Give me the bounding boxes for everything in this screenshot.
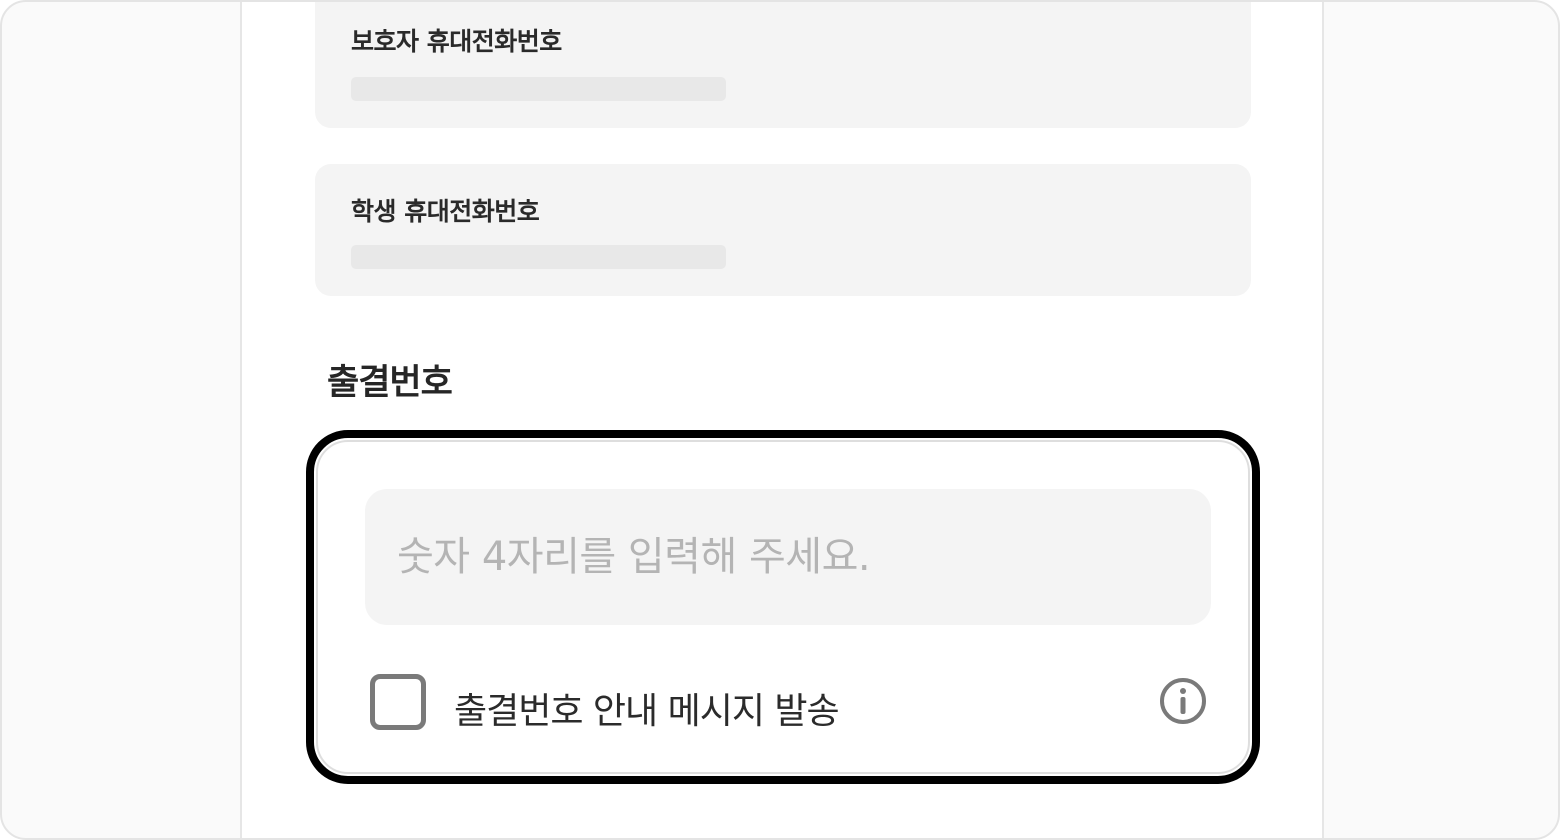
send-notice-checkbox[interactable] [370, 674, 426, 730]
student-phone-value-skeleton [351, 245, 726, 269]
student-form-panel: 보호자 휴대전화번호 학생 휴대전화번호 출결번호 출결번호 안내 메시지 발송 [240, 2, 1324, 838]
attendance-number-input[interactable] [365, 489, 1211, 625]
guardian-phone-label: 보호자 휴대전화번호 [351, 27, 562, 56]
guardian-phone-field[interactable]: 보호자 휴대전화번호 [315, 2, 1251, 128]
send-notice-label: 출결번호 안내 메시지 발송 [454, 691, 840, 732]
info-circle-icon[interactable] [1158, 676, 1208, 726]
student-phone-label: 학생 휴대전화번호 [351, 197, 540, 226]
attendance-number-card: 출결번호 안내 메시지 발송 [306, 430, 1260, 784]
attendance-number-title: 출결번호 [327, 363, 453, 403]
guardian-phone-value-skeleton [351, 77, 726, 101]
app-frame: 보호자 휴대전화번호 학생 휴대전화번호 출결번호 출결번호 안내 메시지 발송 [0, 0, 1560, 840]
attendance-number-card-inner: 출결번호 안내 메시지 발송 [316, 440, 1250, 774]
student-phone-field[interactable]: 학생 휴대전화번호 [315, 164, 1251, 296]
